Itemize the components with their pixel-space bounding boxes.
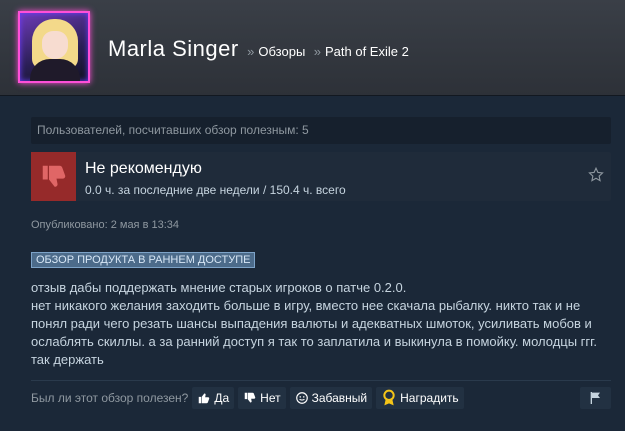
breadcrumb: Marla Singer » Обзоры » Path of Exile 2 bbox=[108, 36, 409, 62]
smiley-icon bbox=[295, 392, 308, 404]
vote-funny-label: Забавный bbox=[311, 391, 368, 405]
early-access-badge: ОБЗОР ПРОДУКТА В РАННЕМ ДОСТУПЕ bbox=[31, 252, 256, 268]
playtime-hours: 0.0 ч. за последние две недели / 150.4 ч… bbox=[85, 183, 346, 197]
thumbs-down-icon bbox=[31, 152, 76, 201]
vote-funny-button[interactable]: Забавный bbox=[289, 387, 373, 409]
thumbs-up-icon bbox=[199, 393, 210, 404]
vote-question: Был ли этот обзор полезен? bbox=[31, 391, 189, 405]
review-line: так держать bbox=[31, 352, 104, 367]
star-icon[interactable] bbox=[587, 166, 605, 184]
recommendation-box: Не рекомендую 0.0 ч. за последние две не… bbox=[31, 152, 611, 201]
review-line: нет никакого желания заходить больше в и… bbox=[31, 298, 581, 313]
breadcrumb-separator: » bbox=[313, 44, 321, 59]
review-line: понял ради чего резать шансы выпадения в… bbox=[31, 316, 592, 331]
vote-yes-button[interactable]: Да bbox=[192, 387, 235, 409]
breadcrumb-reviews-link[interactable]: Обзоры bbox=[258, 44, 305, 59]
breadcrumb-game-link[interactable]: Path of Exile 2 bbox=[325, 44, 409, 59]
profile-header: Marla Singer » Обзоры » Path of Exile 2 bbox=[0, 0, 625, 96]
report-flag-button[interactable] bbox=[580, 387, 611, 409]
vote-row: Был ли этот обзор полезен? Да Нет Забавн… bbox=[31, 387, 468, 409]
posted-date: Опубликовано: 2 мая в 13:34 bbox=[31, 219, 179, 231]
helpful-count: Пользователей, посчитавших обзор полезны… bbox=[31, 117, 611, 144]
vote-yes-label: Да bbox=[214, 391, 230, 405]
avatar[interactable] bbox=[18, 11, 90, 83]
flag-icon bbox=[590, 392, 600, 404]
user-name-link[interactable]: Marla Singer bbox=[108, 36, 239, 61]
recommendation-label: Не рекомендую bbox=[85, 160, 202, 177]
award-label: Наградить bbox=[400, 391, 459, 405]
review-line: ослаблять скиллы. а за ранний доступ я т… bbox=[31, 334, 597, 349]
vote-no-button[interactable]: Нет bbox=[238, 387, 286, 409]
vote-no-label: Нет bbox=[260, 391, 281, 405]
review-line: отзыв дабы поддержать мнение старых игро… bbox=[31, 280, 407, 295]
breadcrumb-separator: » bbox=[247, 44, 255, 59]
review-body: отзыв дабы поддержать мнение старых игро… bbox=[31, 279, 601, 369]
divider bbox=[31, 380, 611, 381]
award-icon bbox=[383, 389, 395, 406]
award-button[interactable]: Наградить bbox=[376, 387, 464, 409]
thumbs-down-icon bbox=[244, 392, 256, 403]
